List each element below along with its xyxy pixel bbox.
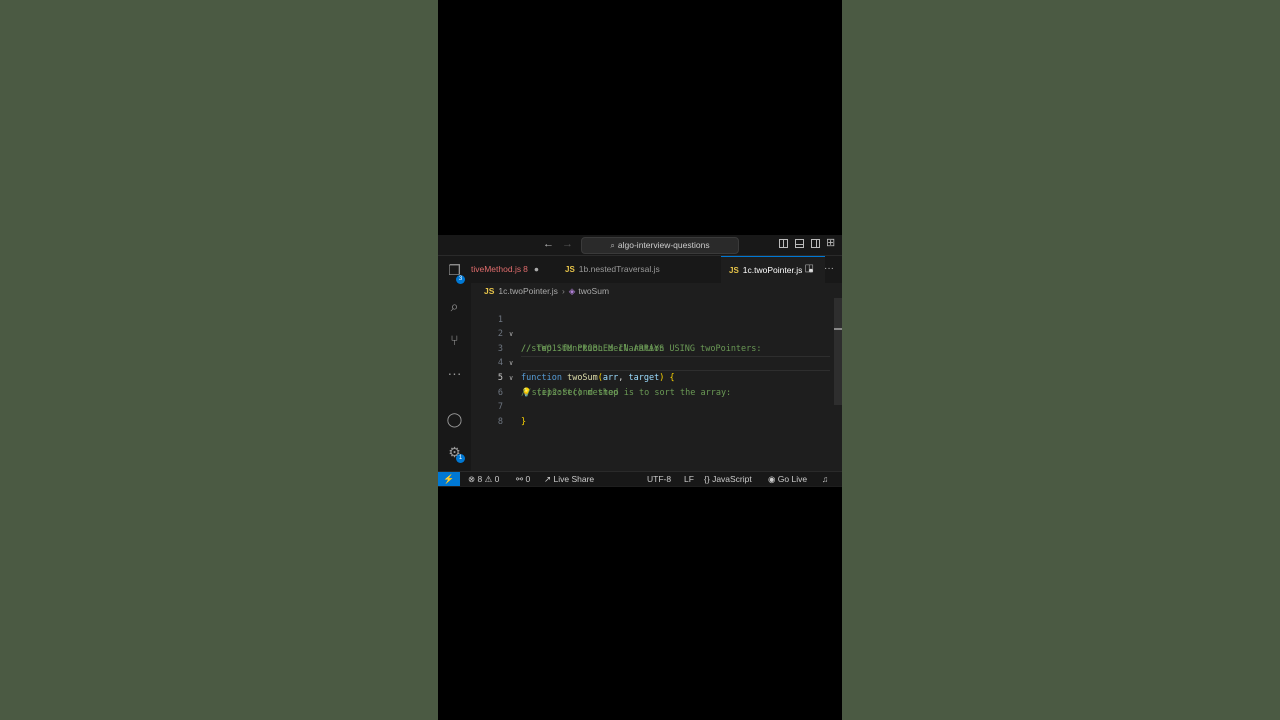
split-editor-icon[interactable]: ◫ [805, 263, 814, 274]
code-line: 4 ∨ 💡step2:Second step is to sort the ar… [471, 342, 831, 397]
tab-iterative-method[interactable]: tiveMethod.js 8 ● [471, 256, 539, 283]
activity-bar: ❐ 3 ⌕ ⑂ ··· ◯ ⚙ 1 [438, 256, 471, 471]
toggle-secondary-sidebar-icon[interactable] [811, 239, 820, 248]
forward-arrow-icon[interactable]: → [562, 238, 573, 250]
live-share-button[interactable]: ↗ Live Share [544, 472, 594, 486]
workspace-name: algo-interview-questions [617, 240, 710, 250]
video-frame: ← → ⌕algo-interview-questions ❐ 3 ⌕ ⑂ ··… [438, 0, 842, 720]
code-line: 5 // (i)sort() method [471, 356, 831, 398]
tab-actions: ◫ ··· [805, 263, 834, 274]
js-file-icon: JS [565, 265, 575, 274]
problems-status[interactable]: ⊗ 8 ⚠ 0 [468, 472, 499, 486]
search-icon[interactable]: ⌕ [446, 298, 463, 315]
code-line: 7 } [471, 386, 831, 427]
vertical-scrollbar[interactable] [834, 298, 842, 405]
code-line: 1 ∨ // TWO SUM PROBLEM IN ARRAYS USING t… [471, 298, 831, 354]
customize-layout-icon[interactable] [826, 236, 836, 249]
radio-tower-icon: ◉ [768, 474, 776, 484]
broadcast-icon: ⚯ [516, 474, 524, 484]
settings-badge: 1 [456, 454, 465, 463]
tab-nested-traversal[interactable]: JS 1b.nestedTraversal.js [565, 256, 660, 283]
ports-status[interactable]: ⚯ 0 [516, 472, 530, 486]
line-text: } [521, 416, 527, 427]
function-symbol-icon: ◈ [568, 286, 576, 296]
eol-status[interactable]: LF [684, 472, 694, 486]
breadcrumb-symbol[interactable]: twoSum [578, 286, 609, 296]
code-line: 6 [471, 371, 831, 398]
modified-dot-icon: ● [533, 264, 539, 274]
tab-label: 1c.twoPointer.js [742, 265, 803, 275]
tab-problem-count: 8 [523, 264, 528, 274]
toggle-primary-sidebar-icon[interactable] [779, 239, 788, 248]
code-line: 3 ∨ function twoSum(arr, target) { [471, 327, 831, 383]
remote-indicator-icon[interactable]: ⚡ [438, 472, 460, 486]
tab-label: 1b.nestedTraversal.js [578, 264, 660, 274]
command-center-search[interactable]: ⌕ algo-interview-questions [581, 237, 739, 254]
code-line: 8 [471, 400, 831, 427]
explorer-badge: 3 [456, 275, 465, 284]
ports-count: 0 [525, 474, 531, 484]
js-file-icon: JS [729, 266, 739, 275]
source-control-icon[interactable]: ⑂ [446, 332, 463, 349]
encoding-status[interactable]: UTF-8 [647, 472, 671, 486]
code-editor[interactable]: 1 ∨ // TWO SUM PROBLEM IN ARRAYS USING t… [471, 298, 842, 468]
language-mode[interactable]: {} JavaScript [704, 472, 752, 486]
vscode-window: ← → ⌕algo-interview-questions ❐ 3 ⌕ ⑂ ··… [438, 235, 842, 487]
go-live-label: Go Live [777, 474, 808, 484]
account-icon[interactable]: ◯ [446, 411, 463, 428]
editor-tabs: tiveMethod.js 8 ● JS 1b.nestedTraversal.js … [471, 256, 842, 283]
live-share-icon: ↗ [544, 474, 552, 484]
go-live-button[interactable]: ◉ Go Live [768, 472, 807, 486]
js-file-icon: JS [484, 286, 495, 296]
scrollbar-cursor-marker [834, 328, 842, 330]
warning-count: 0 [494, 474, 500, 484]
back-arrow-icon[interactable]: ← [543, 238, 554, 250]
title-bar: ← → ⌕ algo-interview-questions [438, 235, 842, 256]
notifications-bell-icon[interactable]: ♫ [822, 472, 828, 486]
error-count: 8 [477, 474, 483, 484]
live-share-label: Live Share [553, 474, 595, 484]
line-number: 8 [497, 416, 503, 427]
language-label: JavaScript [712, 474, 752, 484]
search-icon: ⌕ [610, 241, 615, 250]
breadcrumb-file[interactable]: 1c.twoPointer.js [498, 286, 558, 296]
layout-controls [779, 236, 836, 249]
tab-label: tiveMethod.js [471, 264, 522, 274]
more-actions-icon[interactable]: ··· [824, 263, 834, 274]
breadcrumb: JS 1c.twoPointer.js › ◈ twoSum [484, 284, 609, 298]
error-icon: ⊗ [468, 474, 476, 484]
code-line: 2 //step1:function declaration [471, 313, 831, 354]
braces-icon: {} [704, 474, 710, 484]
more-icon[interactable]: ··· [446, 365, 463, 382]
toggle-panel-icon[interactable] [795, 239, 804, 248]
warning-icon: ⚠ [484, 474, 493, 484]
status-bar: ⚡ ⊗ 8 ⚠ 0 ⚯ 0 ↗ Live Share UTF-8 LF {} J… [438, 471, 842, 486]
breadcrumb-separator: › [561, 286, 565, 296]
